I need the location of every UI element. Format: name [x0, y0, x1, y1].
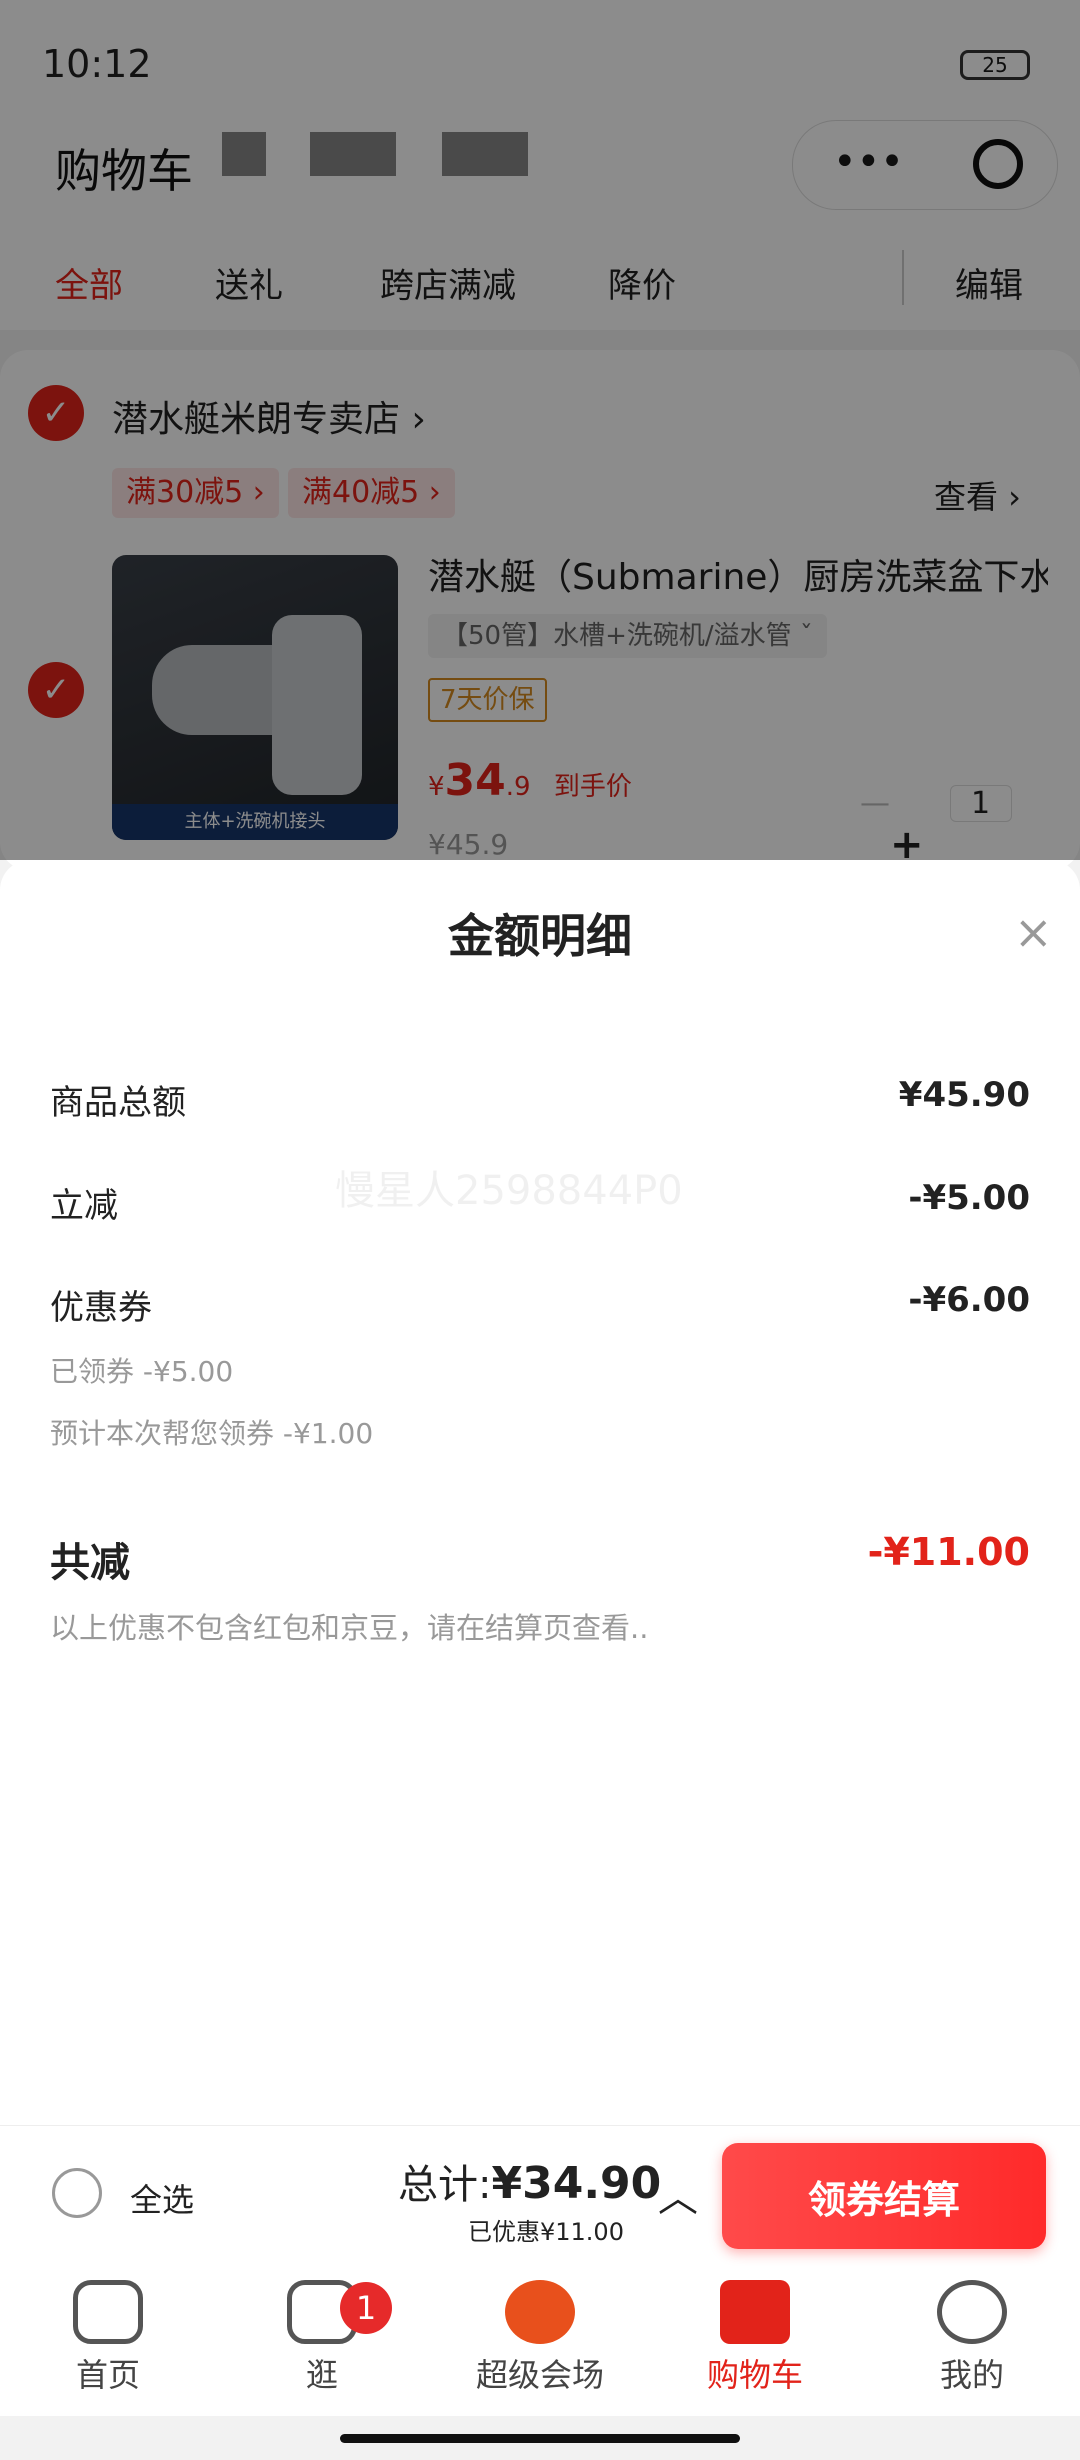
tab-super-venue[interactable]: 超级会场	[440, 2280, 640, 2396]
sheet-title: 金额明细	[448, 909, 632, 963]
tab-home[interactable]: 首页	[8, 2280, 208, 2396]
coupon-claimed: 已领券 -¥5.00	[50, 1355, 234, 1388]
total-discount-label: 共减	[50, 1540, 130, 1586]
tab-mine[interactable]: 我的	[872, 2280, 1072, 2396]
coupon-label: 优惠券	[50, 1288, 152, 1328]
notification-badge: 1	[340, 2282, 392, 2334]
coupon-estimated: 预计本次帮您领券 -¥1.00	[50, 1417, 374, 1450]
coupon-value: -¥6.00	[908, 1280, 1030, 1320]
goods-total-label: 商品总额	[50, 1083, 186, 1123]
checkout-button[interactable]: 领券结算	[722, 2143, 1046, 2249]
checkout-saved: 已优惠¥11.00	[468, 2218, 624, 2246]
instant-discount-value: -¥5.00	[908, 1178, 1030, 1218]
home-indicator[interactable]	[340, 2434, 740, 2443]
tab-cart[interactable]: 购物车	[655, 2280, 855, 2396]
instant-discount-label: 立减	[50, 1186, 118, 1226]
watermark: 慢星人2598844P0	[335, 1168, 683, 1214]
close-icon[interactable]: ×	[1014, 905, 1053, 959]
total-discount-value: -¥11.00	[867, 1530, 1030, 1574]
amount-detail-sheet	[0, 860, 1080, 2125]
super-venue-icon	[505, 2280, 575, 2344]
home-icon	[73, 2280, 143, 2344]
cart-icon	[720, 2280, 790, 2344]
tab-browse[interactable]: 逛	[222, 2280, 422, 2396]
overlay-mask[interactable]	[0, 0, 1080, 860]
smiley-icon	[937, 2280, 1007, 2344]
select-all-radio[interactable]	[52, 2168, 102, 2218]
select-all-label[interactable]: 全选	[130, 2175, 194, 2221]
chevron-up-icon[interactable]: ︿	[658, 2165, 698, 2223]
checkout-total: 总计:¥34.90	[398, 2158, 662, 2209]
goods-total-value: ¥45.90	[898, 1075, 1030, 1115]
discount-note: 以上优惠不包含红包和京豆，请在结算页查看..	[50, 1611, 649, 1645]
